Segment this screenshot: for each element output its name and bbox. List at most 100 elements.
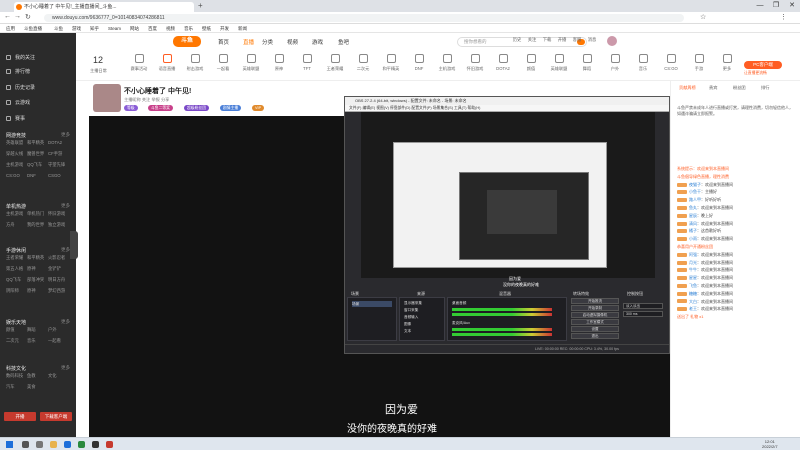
bookmark-item[interactable]: 网站 bbox=[130, 24, 139, 33]
browser-tab[interactable]: 不小心睡着了 中午见!_主播直播间_斗鱼... bbox=[14, 2, 194, 12]
sidebar-category[interactable]: 一起看 bbox=[48, 337, 69, 345]
category-item[interactable]: 语音直播 bbox=[152, 54, 182, 72]
sidebar-category[interactable]: 文化 bbox=[48, 372, 69, 380]
daily-date[interactable]: 12 bbox=[93, 55, 103, 65]
category-item[interactable]: 手游 bbox=[684, 54, 714, 72]
sidebar-category[interactable]: 方舟 bbox=[6, 221, 27, 229]
sidebar-more-link[interactable]: 更多 bbox=[61, 365, 70, 371]
sidebar-category[interactable]: 部落冲突 bbox=[27, 276, 48, 284]
sidebar-category[interactable]: 阴阳师 bbox=[6, 287, 27, 295]
sidebar-category[interactable]: 怀旧游戏 bbox=[48, 210, 69, 218]
sidebar-category[interactable]: 原神 bbox=[27, 287, 48, 295]
download-client-button[interactable]: 下载客户端 bbox=[40, 412, 72, 421]
nav-category[interactable]: 分类 bbox=[262, 38, 273, 46]
mixer-panel[interactable]: 桌面音频 麦克风/Aux bbox=[447, 297, 567, 341]
chat-username[interactable]: 糖糖 bbox=[689, 291, 697, 296]
chat-username[interactable]: 大白 bbox=[689, 299, 697, 304]
obs-preview[interactable]: 因为爱 没你的夜晚真的好难 bbox=[361, 112, 655, 287]
category-item[interactable]: 二次元 bbox=[348, 54, 378, 72]
bookmark-item[interactable]: 音乐 bbox=[184, 24, 193, 33]
chat-username[interactable]: 星辰 bbox=[689, 213, 697, 218]
sidebar-category[interactable]: 鱼教 bbox=[27, 372, 48, 380]
sidebar-item-events[interactable]: 赛事 bbox=[6, 115, 25, 122]
chat-username[interactable]: 老王 bbox=[689, 306, 697, 311]
reload-icon[interactable]: ↻ bbox=[25, 13, 31, 21]
sidebar-category[interactable]: 主机游戏 bbox=[6, 161, 27, 169]
category-item[interactable]: 怀旧游戏 bbox=[460, 54, 490, 72]
source-item[interactable]: 图像 bbox=[404, 321, 444, 327]
sidebar-item-rank[interactable]: 排行榜 bbox=[6, 68, 30, 75]
sidebar-category[interactable]: 二次元 bbox=[6, 337, 27, 345]
sidebar-category[interactable]: 数码科技 bbox=[6, 372, 27, 380]
category-item[interactable]: 户外 bbox=[600, 54, 630, 72]
sidebar-category[interactable]: 守望先锋 bbox=[48, 161, 69, 169]
windows-start-icon[interactable] bbox=[6, 441, 13, 448]
sidebar-category[interactable]: 英雄联盟 bbox=[6, 139, 27, 147]
chat-username[interactable]: 夜猫子 bbox=[689, 182, 701, 187]
bookmark-item[interactable]: 壁纸 bbox=[202, 24, 211, 33]
sidebar-category[interactable]: 单机热门 bbox=[27, 210, 48, 218]
status-badge[interactable]: 超级粉丝团 bbox=[184, 105, 209, 111]
category-item[interactable]: 赛事活动 bbox=[124, 54, 154, 72]
chat-username[interactable]: 星星 bbox=[689, 275, 697, 280]
category-item[interactable]: 颜值 bbox=[516, 54, 546, 72]
download-button[interactable]: 下载 bbox=[540, 37, 554, 43]
chat-username[interactable]: 橘子 bbox=[689, 228, 697, 233]
sidebar-category[interactable]: 和平精英 bbox=[27, 254, 48, 262]
nav-game[interactable]: 游戏 bbox=[312, 38, 323, 46]
status-badge[interactable]: 等级 bbox=[124, 105, 138, 111]
tab-fans[interactable]: 粉丝团 bbox=[733, 85, 746, 91]
transition-select[interactable]: 淡入淡出 bbox=[623, 303, 663, 309]
category-item[interactable]: 王者荣耀 bbox=[320, 54, 350, 72]
sidebar-category[interactable]: 梦幻西游 bbox=[48, 287, 69, 295]
follow-button[interactable]: 关注 bbox=[525, 37, 539, 43]
forward-icon[interactable]: → bbox=[14, 13, 21, 20]
sidebar-item-history[interactable]: 历史记录 bbox=[6, 84, 35, 91]
category-item[interactable]: CS:GO bbox=[656, 54, 686, 71]
duration-input[interactable]: 300 ms bbox=[623, 311, 663, 317]
edge-icon[interactable] bbox=[64, 441, 71, 448]
chat-username[interactable]: 阿强 bbox=[689, 252, 697, 257]
category-item[interactable]: 舞蹈 bbox=[572, 54, 602, 72]
bookmark-item[interactable]: 知乎 bbox=[90, 24, 99, 33]
bookmark-item[interactable]: 视频 bbox=[166, 24, 175, 33]
category-item[interactable]: 英雄联盟 bbox=[236, 54, 266, 72]
start-streaming-button[interactable]: 开始推流 bbox=[571, 298, 619, 304]
nav-yuba[interactable]: 鱼吧 bbox=[338, 38, 349, 46]
app-icon[interactable] bbox=[106, 441, 113, 448]
bookmark-item[interactable]: Steam bbox=[108, 24, 121, 33]
chat-username[interactable]: 小雨 bbox=[689, 236, 697, 241]
chat-username[interactable]: 路人甲 bbox=[689, 197, 701, 202]
status-badge[interactable]: VIP bbox=[252, 105, 265, 111]
settings-button[interactable]: 设置 bbox=[571, 326, 619, 332]
chrome-icon[interactable] bbox=[78, 441, 85, 448]
nav-live[interactable]: 直播 bbox=[243, 38, 254, 46]
close-icon[interactable]: ✕ bbox=[784, 0, 800, 12]
source-item[interactable]: 音频输入 bbox=[404, 314, 444, 320]
category-item[interactable]: 音乐 bbox=[628, 54, 658, 72]
tab-vip[interactable]: 贵宾 bbox=[709, 85, 717, 91]
back-icon[interactable]: ← bbox=[4, 13, 11, 20]
sidebar-category[interactable]: QQ飞车 bbox=[6, 276, 27, 284]
message-button[interactable]: 消息 bbox=[585, 37, 599, 43]
nav-video[interactable]: 视频 bbox=[287, 38, 298, 46]
studio-mode-button[interactable]: 工作室模式 bbox=[571, 319, 619, 325]
status-badge[interactable]: 斗鱼二等奖 bbox=[148, 105, 173, 111]
sidebar-category[interactable]: 穿越火线 bbox=[6, 150, 27, 158]
sidebar-collapse-handle[interactable] bbox=[70, 231, 78, 259]
go-live-button[interactable]: 开播 bbox=[555, 37, 569, 43]
category-item[interactable]: 射击游戏 bbox=[180, 54, 210, 72]
bookmark-item[interactable]: 新闻 bbox=[238, 24, 247, 33]
category-item[interactable]: DNF bbox=[404, 54, 434, 71]
star-icon[interactable]: ☆ bbox=[700, 13, 706, 21]
sidebar-category[interactable]: 王者荣耀 bbox=[6, 254, 27, 262]
chat-username[interactable]: 鱼丸 bbox=[689, 205, 697, 210]
sidebar-category[interactable]: 火影忍者 bbox=[48, 254, 69, 262]
tab-ranking[interactable]: 排行 bbox=[761, 85, 769, 91]
service-button[interactable]: 客服 bbox=[570, 37, 584, 43]
obs-window[interactable]: OBS 27.2.4 (64-bit, windows) - 配置文件: 未命名… bbox=[344, 96, 670, 354]
sidebar-category[interactable]: 主机游戏 bbox=[6, 210, 27, 218]
obs-taskbar-icon[interactable] bbox=[92, 441, 99, 448]
chat-username[interactable]: 月光 bbox=[689, 260, 697, 265]
sidebar-category[interactable]: 和平精英 bbox=[27, 139, 48, 147]
